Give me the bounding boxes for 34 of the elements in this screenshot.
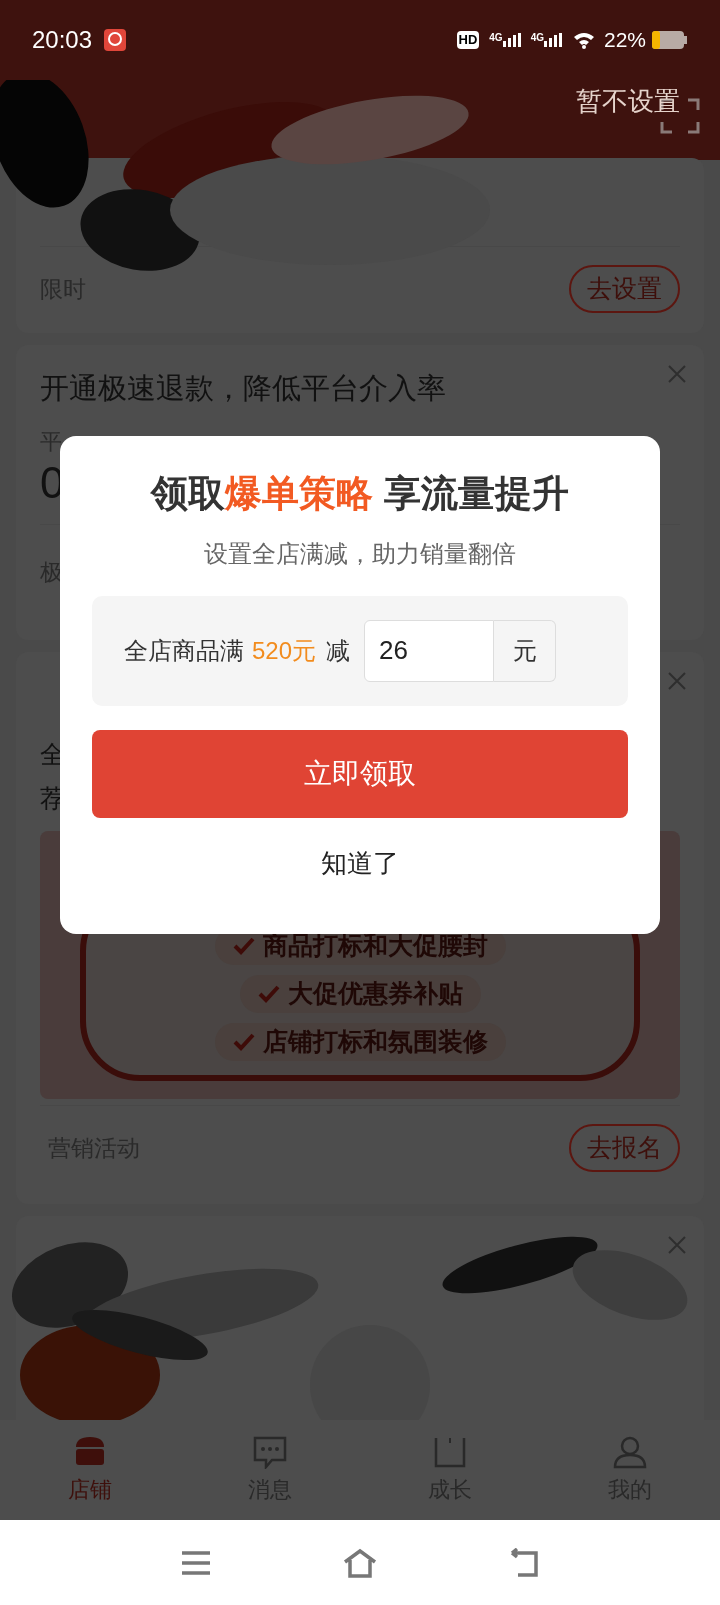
menu-icon — [180, 1549, 212, 1576]
dialog-subtitle: 设置全店满减，助力销量翻倍 — [204, 538, 516, 569]
skip-link[interactable]: 暂不设置 — [576, 82, 680, 121]
signal-icon — [543, 33, 562, 47]
unit-label: 元 — [494, 619, 557, 682]
battery-percent: 22% — [603, 27, 646, 54]
card-title: 开通极速退款，降低平台介入率 — [40, 371, 446, 406]
app-notification-icon — [104, 29, 127, 51]
clock: 20:03 — [32, 25, 93, 55]
dismiss-button[interactable]: 知道了 — [311, 839, 409, 887]
checklist-item: 大促优惠券补贴 — [287, 978, 463, 1010]
form-label: 减 — [326, 635, 351, 666]
check-icon — [232, 937, 255, 955]
claim-button[interactable]: 立即领取 — [92, 729, 628, 818]
battery-icon — [652, 31, 688, 49]
form-label: 全店商品满 — [124, 635, 244, 666]
threshold-amount: 520元 — [252, 635, 317, 666]
check-icon — [232, 1033, 255, 1051]
checklist-item: 商品打标和大促腰封 — [262, 930, 488, 962]
tab[interactable]: 店铺 — [0, 1420, 180, 1520]
checklist-item: 店铺打标和氛围装修 — [262, 1026, 488, 1058]
network-label: 4G — [530, 33, 544, 43]
signal-icon — [502, 33, 521, 47]
action-button[interactable]: 去设置 — [569, 265, 680, 313]
dialog-title: 领取爆单策略 享流量提升 — [151, 472, 569, 516]
network-label: 4G — [489, 33, 503, 43]
check-icon — [257, 985, 280, 1003]
back-icon — [508, 1547, 540, 1578]
chat-icon — [252, 1434, 288, 1469]
amount-input[interactable]: 26 — [364, 619, 495, 682]
user-icon — [612, 1434, 648, 1469]
action-button[interactable]: 去报名 — [569, 1124, 680, 1172]
home-icon — [342, 1547, 378, 1578]
hd-badge: HD — [456, 31, 480, 49]
